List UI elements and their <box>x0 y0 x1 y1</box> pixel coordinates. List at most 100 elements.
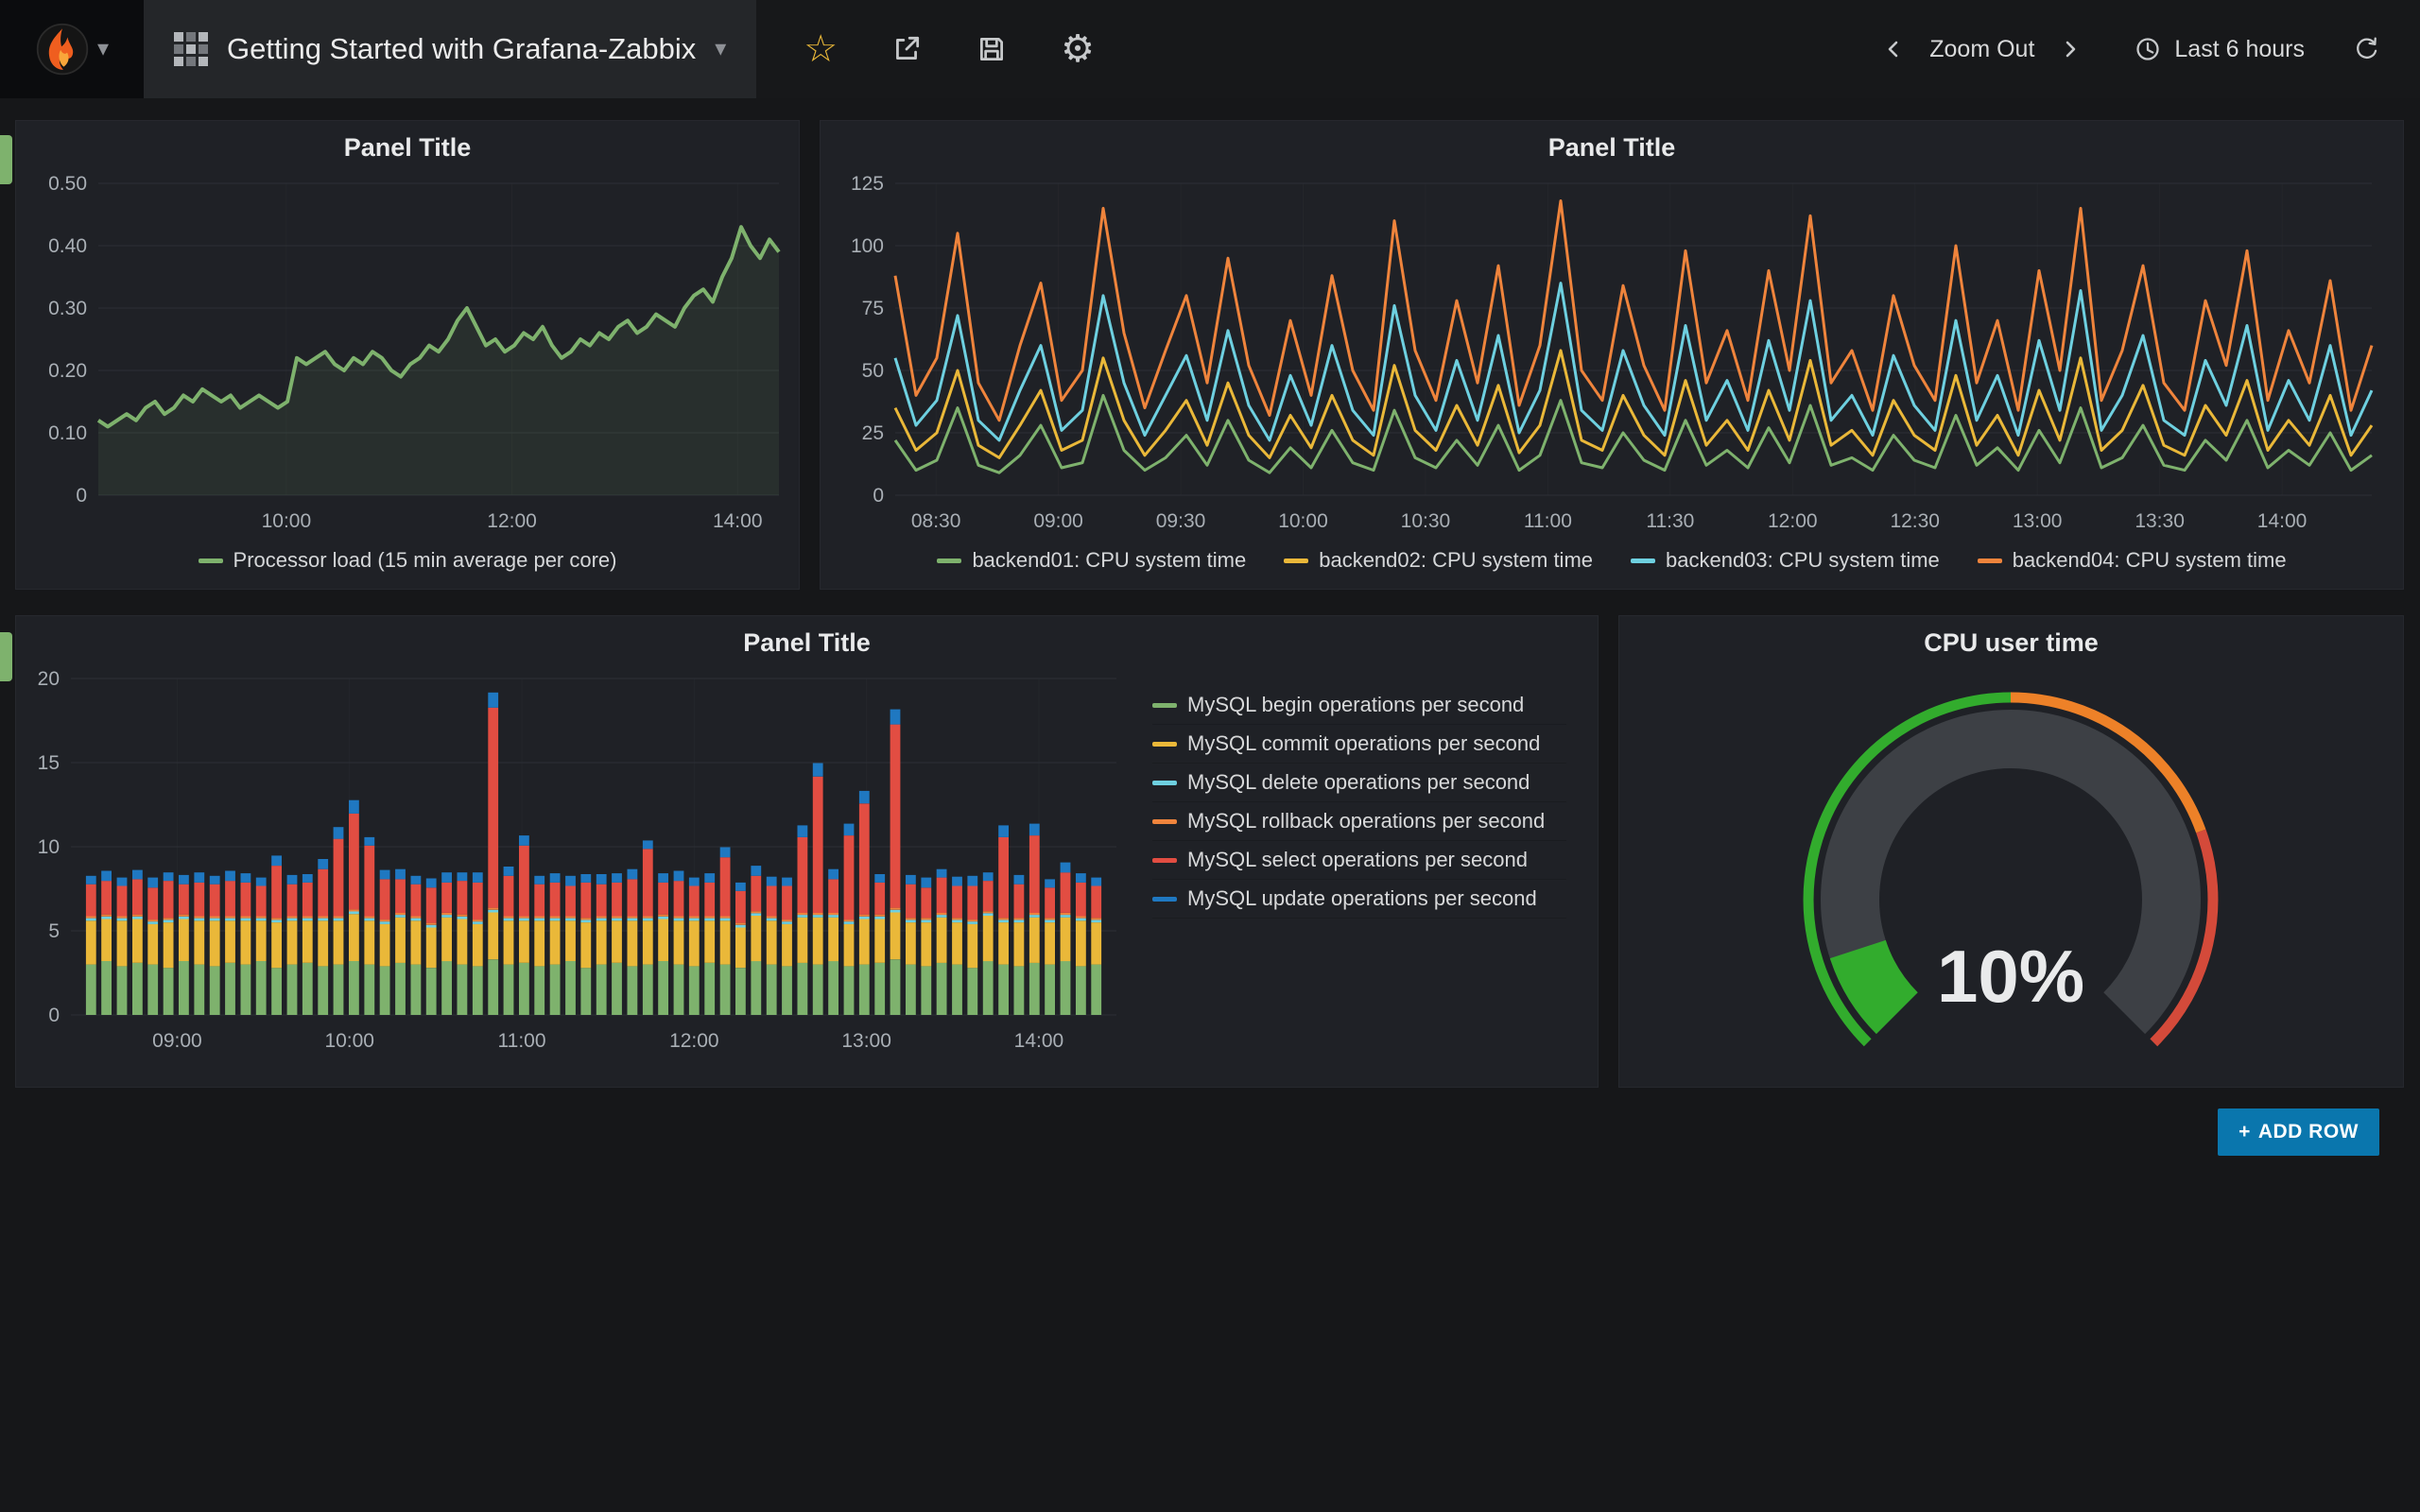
svg-text:14:00: 14:00 <box>713 510 763 532</box>
svg-text:10:30: 10:30 <box>1401 510 1451 532</box>
panel-title[interactable]: CPU user time <box>1619 616 2403 663</box>
time-shift-forward-button[interactable] <box>2059 39 2080 60</box>
row-menu-tab[interactable] <box>0 632 12 681</box>
gauge-value: 10% <box>1937 935 2084 1018</box>
svg-text:0.30: 0.30 <box>48 298 87 319</box>
svg-text:12:00: 12:00 <box>487 510 537 532</box>
legend-label: backend04: CPU system time <box>2013 548 2287 573</box>
legend-item[interactable]: MySQL delete operations per second <box>1152 764 1566 802</box>
panel-title[interactable]: Panel Title <box>821 121 2403 168</box>
svg-text:14:00: 14:00 <box>2257 510 2308 532</box>
svg-text:20: 20 <box>38 668 60 690</box>
svg-text:50: 50 <box>862 360 884 382</box>
svg-text:09:00: 09:00 <box>1033 510 1083 532</box>
dashboard-grid-icon <box>174 32 208 66</box>
zoom-out-button[interactable]: Zoom Out <box>1929 36 2034 63</box>
grafana-logo-icon <box>35 22 90 77</box>
graph-legend: MySQL begin operations per secondMySQL c… <box>1130 663 1574 1087</box>
svg-text:10:00: 10:00 <box>262 510 312 532</box>
time-range-picker[interactable]: Last 6 hours <box>2135 36 2305 63</box>
processor-load-graph[interactable]: 10:0012:0014:0000.100.200.300.400.50 <box>16 168 799 539</box>
legend-label: MySQL update operations per second <box>1187 886 1537 911</box>
legend-item[interactable]: backend04: CPU system time <box>1978 548 2287 573</box>
svg-text:11:30: 11:30 <box>1646 510 1694 532</box>
clock-icon <box>2135 36 2161 62</box>
graph-legend: Processor load (15 min average per core) <box>16 539 799 582</box>
legend-label: Processor load (15 min average per core) <box>233 548 617 573</box>
star-icon: ☆ <box>804 30 838 68</box>
graph-legend: backend01: CPU system time backend02: CPU… <box>821 539 2403 582</box>
legend-color-dash <box>1152 819 1177 824</box>
grafana-logo-button[interactable]: ▾ <box>0 0 144 98</box>
svg-text:0: 0 <box>873 485 884 507</box>
add-row-button[interactable]: + ADD ROW <box>2218 1108 2379 1156</box>
legend-color-dash <box>937 558 961 563</box>
svg-text:10:00: 10:00 <box>1278 510 1328 532</box>
legend-item[interactable]: backend02: CPU system time <box>1284 548 1593 573</box>
cpu-user-time-gauge[interactable]: 10% <box>1619 663 2403 1089</box>
svg-text:15: 15 <box>38 752 60 774</box>
dashboard-title: Getting Started with Grafana-Zabbix <box>227 32 696 66</box>
legend-item[interactable]: MySQL rollback operations per second <box>1152 802 1566 841</box>
dashboard-actions: ☆ ⚙ <box>804 0 1095 98</box>
svg-text:13:30: 13:30 <box>2135 510 2185 532</box>
svg-text:13:00: 13:00 <box>2013 510 2063 532</box>
legend-item[interactable]: MySQL update operations per second <box>1152 880 1566 919</box>
row-menu-tab[interactable] <box>0 135 12 184</box>
panel-cpu-user-time-gauge: CPU user time 10% <box>1618 615 2404 1088</box>
legend-item[interactable]: backend03: CPU system time <box>1631 548 1940 573</box>
legend-item[interactable]: MySQL select operations per second <box>1152 841 1566 880</box>
legend-item[interactable]: MySQL begin operations per second <box>1152 686 1566 725</box>
add-row-bar: + ADD ROW <box>15 1088 2404 1156</box>
svg-text:5: 5 <box>48 920 60 942</box>
svg-text:0.20: 0.20 <box>48 360 87 382</box>
dashboard-grid: Panel Title 10:00 12:00 14:00 0 0.10 0.20 0.30… <box>0 98 2420 1156</box>
svg-text:13:00: 13:00 <box>841 1030 891 1052</box>
dashboard-row: Panel Title 09:0010:0011:0012:0013:0014:… <box>15 615 2404 1088</box>
plus-icon: + <box>2238 1121 2251 1143</box>
legend-color-dash <box>1152 781 1177 785</box>
dashboard-row: Panel Title 10:00 12:00 14:00 0 0.10 0.20 0.30… <box>15 120 2404 590</box>
save-dashboard-button[interactable] <box>976 33 1008 65</box>
top-navbar: ▾ Getting Started with Grafana-Zabbix ▾ … <box>0 0 2420 98</box>
cpu-system-time-graph[interactable]: 08:3009:0009:3010:0010:3011:0011:3012:00… <box>821 168 2403 539</box>
legend-color-dash <box>1978 558 2002 563</box>
svg-text:10: 10 <box>38 836 60 858</box>
time-shift-back-button[interactable] <box>1884 39 1905 60</box>
legend-label: backend01: CPU system time <box>972 548 1246 573</box>
svg-text:12:00: 12:00 <box>1768 510 1818 532</box>
star-dashboard-button[interactable]: ☆ <box>804 30 838 68</box>
refresh-button[interactable] <box>2354 36 2380 62</box>
legend-label: MySQL select operations per second <box>1187 848 1528 872</box>
panel-title[interactable]: Panel Title <box>16 616 1598 663</box>
panel-mysql-operations: Panel Title 09:0010:0011:0012:0013:0014:… <box>15 615 1599 1088</box>
svg-text:0: 0 <box>76 485 87 507</box>
mysql-operations-graph[interactable]: 09:0010:0011:0012:0013:0014:0005101520 <box>24 663 1130 1087</box>
panel-cpu-system-time: Panel Title 08:3009:0009:3010:0010:3011:… <box>820 120 2404 590</box>
svg-text:25: 25 <box>862 422 884 444</box>
gear-icon: ⚙ <box>1061 30 1095 68</box>
legend-item[interactable]: MySQL commit operations per second <box>1152 725 1566 764</box>
svg-text:75: 75 <box>862 298 884 319</box>
share-dashboard-button[interactable] <box>890 33 923 65</box>
legend-item[interactable]: backend01: CPU system time <box>937 548 1246 573</box>
dashboard-picker[interactable]: Getting Started with Grafana-Zabbix ▾ <box>144 0 756 98</box>
legend-item[interactable]: Processor load (15 min average per core) <box>199 548 617 573</box>
legend-color-dash <box>1284 558 1308 563</box>
svg-text:09:30: 09:30 <box>1156 510 1206 532</box>
chevron-left-icon <box>1884 39 1905 60</box>
save-icon <box>976 33 1008 65</box>
panel-title[interactable]: Panel Title <box>16 121 799 168</box>
legend-label: MySQL rollback operations per second <box>1187 809 1545 833</box>
svg-text:0.10: 0.10 <box>48 422 87 444</box>
svg-text:11:00: 11:00 <box>498 1030 546 1052</box>
sidemenu-caret-icon: ▾ <box>97 38 109 60</box>
dashboard-settings-button[interactable]: ⚙ <box>1061 30 1095 68</box>
legend-label: MySQL delete operations per second <box>1187 770 1530 795</box>
svg-text:11:00: 11:00 <box>1524 510 1572 532</box>
legend-color-dash <box>1152 742 1177 747</box>
svg-text:125: 125 <box>851 173 884 195</box>
panel-processor-load: Panel Title 10:00 12:00 14:00 0 0.10 0.20 0.30… <box>15 120 800 590</box>
legend-label: backend02: CPU system time <box>1319 548 1593 573</box>
time-range-label: Last 6 hours <box>2174 36 2305 63</box>
